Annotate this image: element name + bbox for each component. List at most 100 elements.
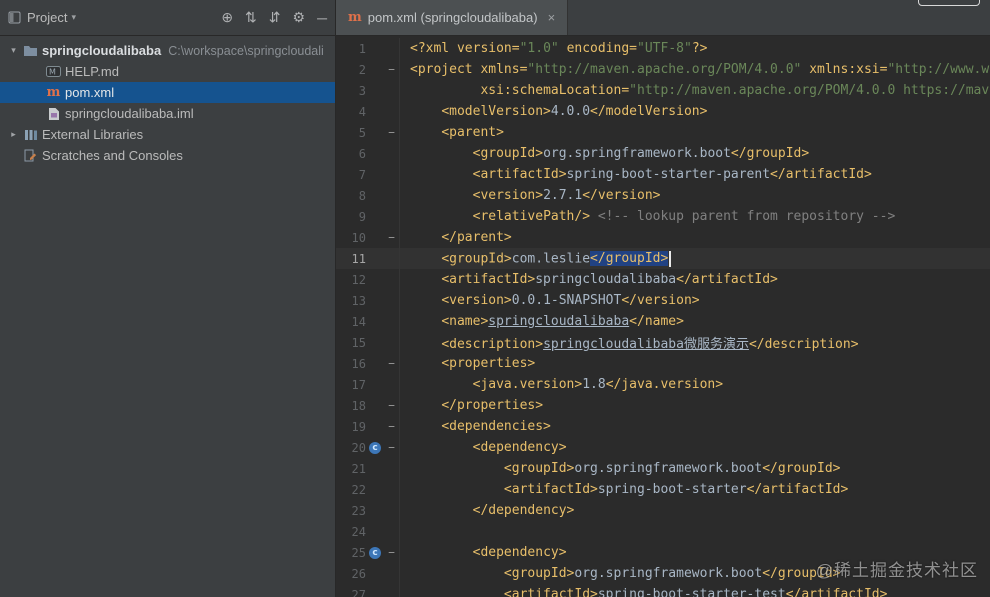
hide-panel-icon[interactable]: ─ [317,10,327,26]
project-dropdown[interactable]: Project ▾ [27,10,76,25]
editor-line-12[interactable]: 12 <artifactId>springcloudalibaba</artif… [336,269,990,290]
editor-line-13[interactable]: 13 <version>0.0.1-SNAPSHOT</version> [336,290,990,311]
gutter-icon-slot: c [366,441,384,454]
editor-line-23[interactable]: 23 </dependency> [336,500,990,521]
code-segment: 1.8 [582,377,606,392]
line-number: 20 [351,440,366,455]
maven-dependency-icon[interactable]: c [369,546,381,559]
tool-window-icon[interactable] [8,11,21,24]
line-number: 14 [351,314,366,329]
fold-marker-spacer [384,290,400,311]
close-icon[interactable]: × [548,10,556,25]
locate-file-icon[interactable]: ⊕ [221,9,233,26]
editor-line-4[interactable]: 4 <modelVersion>4.0.0</modelVersion> [336,101,990,122]
editor-line-20[interactable]: 20 c − <dependency> [336,437,990,458]
code-segment: encoding= [566,41,638,56]
fold-marker-icon[interactable]: − [384,353,400,374]
fold-marker-spacer [384,80,400,101]
tree-item-label: pom.xml [65,85,115,100]
tree-chevron-icon[interactable]: ▸ [6,129,21,140]
fold-marker-spacer [384,248,400,269]
editor-line-7[interactable]: 7 <artifactId>spring-boot-starter-parent… [336,164,990,185]
code-segment: <version> [441,293,512,308]
code-segment: <project [410,62,481,77]
fold-marker-icon[interactable]: − [384,227,400,248]
editor-line-18[interactable]: 18 − </properties> [336,395,990,416]
maven-icon: m [46,85,61,100]
code-segment: "http://maven.apache.org/POM/4.0.0" [527,62,802,77]
tree-item-help-md[interactable]: M HELP.md [0,61,335,82]
fold-marker-spacer [384,479,400,500]
settings-gear-icon[interactable]: ⚙ [293,9,306,26]
collapse-all-icon[interactable]: ⇅ [245,9,257,26]
tree-item-springcloudalibaba-iml[interactable]: springcloudalibaba.iml [0,103,335,124]
text-cursor [669,250,672,267]
code-segment: <properties> [441,356,536,371]
editor-line-15[interactable]: 15 <description>springcloudalibaba微服务演示<… [336,332,990,353]
code-text: <dependency> [410,545,567,560]
editor-line-1[interactable]: 1 <?xml version="1.0" encoding="UTF-8"?> [336,38,990,59]
tree-item-pom-xml[interactable]: m pom.xml [0,82,335,103]
code-segment: <?xml [410,41,457,56]
fold-marker-spacer [384,374,400,395]
editor-line-27[interactable]: 27 <artifactId>spring-boot-starter-test<… [336,584,990,597]
tree-item-root-springcloudalibaba[interactable]: ▾ springcloudalibaba C:\workspace\springcl… [0,40,335,61]
fold-marker-spacer [384,584,400,597]
tree-chevron-icon[interactable]: ▾ [6,45,21,56]
code-segment: <artifactId> [503,587,598,597]
editor-line-2[interactable]: 2 − <project xmlns="http://maven.apache.or… [336,59,990,80]
fold-marker-icon[interactable]: − [384,437,400,458]
tree-item-external-libraries[interactable]: ▸ External Libraries [0,124,335,145]
expand-all-icon[interactable]: ⇵ [269,9,281,26]
code-segment: </version> [582,188,661,203]
editor-line-10[interactable]: 10 − </parent> [336,227,990,248]
maven-icon: m [348,10,362,25]
maven-dependency-icon[interactable]: c [369,441,381,454]
editor-line-17[interactable]: 17 <java.version>1.8</java.version> [336,374,990,395]
fold-marker-icon[interactable]: − [384,542,400,563]
fold-marker-icon[interactable]: − [384,122,400,143]
editor[interactable]: 1 <?xml version="1.0" encoding="UTF-8"?> 2… [336,36,990,597]
code-segment: </description> [748,337,859,352]
window-controls[interactable] [918,0,980,6]
code-segment: </artifactId> [746,482,849,497]
editor-line-3[interactable]: 3 xsi:schemaLocation="http://maven.apach… [336,80,990,101]
fold-marker-icon[interactable]: − [384,59,400,80]
fold-marker-icon[interactable]: − [384,416,400,437]
editor-tabbar: m pom.xml (springcloudalibaba) × [336,0,990,35]
line-number: 10 [351,230,366,245]
editor-line-11[interactable]: 11 <groupId>com.leslie</groupId> [336,248,990,269]
editor-line-19[interactable]: 19 − <dependencies> [336,416,990,437]
code-text: <groupId>org.springframework.boot</group… [410,146,810,161]
main-area: ▾ springcloudalibaba C:\workspace\springcl… [0,36,990,597]
code-text: <artifactId>springcloudalibaba</artifact… [410,272,778,287]
code-segment: </version> [621,293,700,308]
editor-line-9[interactable]: 9 <relativePath/> <!-- lookup parent fro… [336,206,990,227]
tree-item-scratches-and-consoles[interactable]: Scratches and Consoles [0,145,335,166]
fold-marker-spacer [384,206,400,227]
code-text: </properties> [410,398,543,413]
code-segment: </java.version> [605,377,724,392]
code-text: <dependency> [410,440,567,455]
fold-marker-icon[interactable]: − [384,395,400,416]
line-number: 23 [351,503,366,518]
editor-line-22[interactable]: 22 <artifactId>spring-boot-starter</arti… [336,479,990,500]
editor-line-8[interactable]: 8 <version>2.7.1</version> [336,185,990,206]
editor-line-5[interactable]: 5 − <parent> [336,122,990,143]
fold-marker-spacer [384,500,400,521]
editor-line-16[interactable]: 16 − <properties> [336,353,990,374]
tab-pom-xml[interactable]: m pom.xml (springcloudalibaba) × [336,0,569,35]
editor-line-21[interactable]: 21 <groupId>org.springframework.boot</gr… [336,458,990,479]
code-segment: <dependency> [472,545,567,560]
project-tree: ▾ springcloudalibaba C:\workspace\springcl… [0,40,335,166]
tree-item-label: External Libraries [42,127,144,142]
editor-line-14[interactable]: 14 <name>springcloudalibaba</name> [336,311,990,332]
editor-line-24[interactable]: 24 [336,521,990,542]
code-segment: org.springframework.boot [574,566,763,581]
editor-line-6[interactable]: 6 <groupId>org.springframework.boot</gro… [336,143,990,164]
